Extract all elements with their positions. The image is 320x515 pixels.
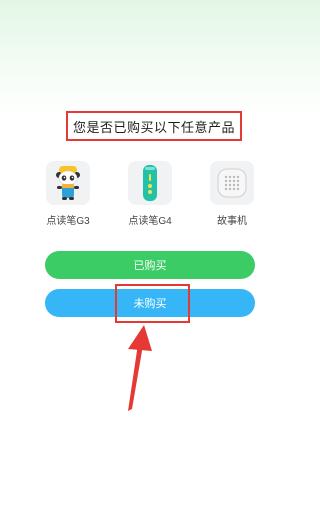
product-item-story-machine[interactable]: 故事机 — [200, 161, 264, 227]
product-image-box — [128, 161, 172, 205]
bought-button[interactable]: 已购买 — [45, 251, 255, 279]
teal-pen-icon — [143, 165, 157, 201]
product-image-box — [46, 161, 90, 205]
panda-pen-icon — [56, 166, 80, 200]
product-item-pen-g3[interactable]: 点读笔G3 — [36, 161, 100, 227]
story-machine-icon — [217, 168, 247, 198]
product-label: 点读笔G4 — [128, 216, 172, 227]
product-label: 点读笔G3 — [46, 216, 90, 227]
question-highlight-box: 您是否已购买以下任意产品 — [66, 111, 242, 141]
not-bought-button[interactable]: 未购买 — [45, 289, 255, 317]
product-item-pen-g4[interactable]: 点读笔G4 — [118, 161, 182, 227]
product-image-box — [210, 161, 254, 205]
product-label: 故事机 — [217, 216, 247, 227]
question-title: 您是否已购买以下任意产品 — [72, 119, 235, 135]
